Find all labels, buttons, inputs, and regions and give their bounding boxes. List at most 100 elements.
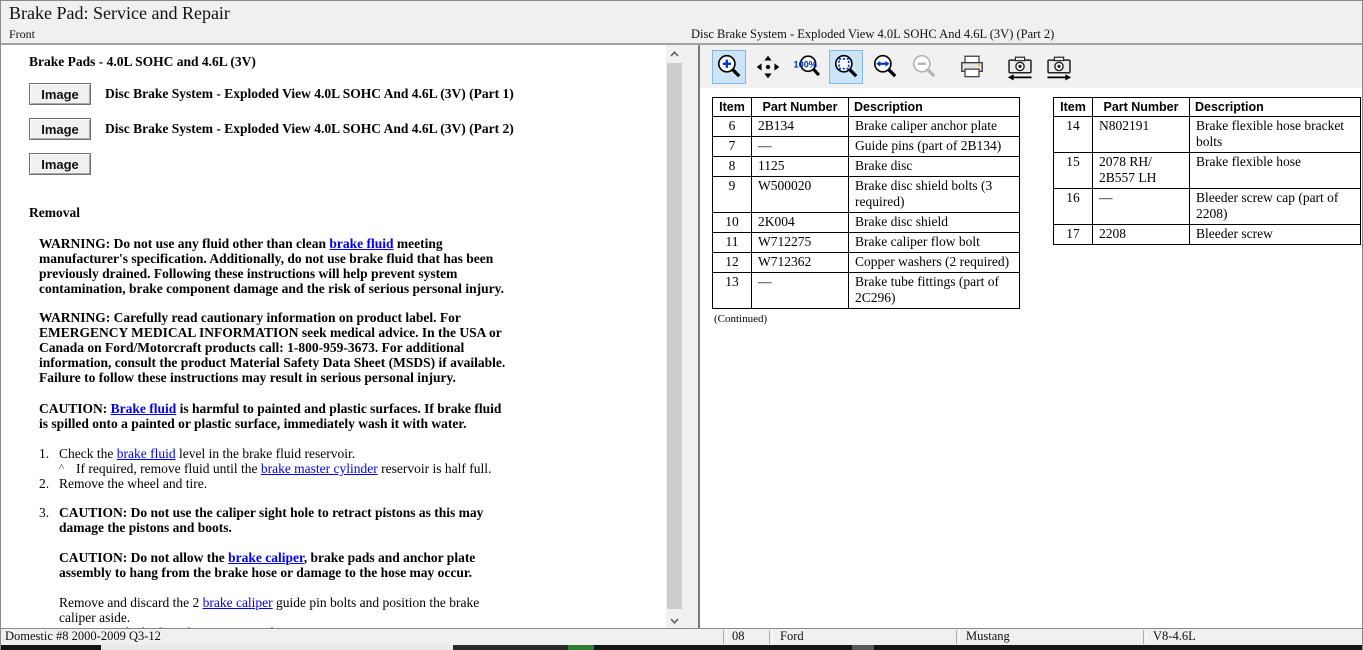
step-number: 1. (39, 446, 59, 461)
page-subtitle: Front (9, 27, 35, 42)
image-toolbar: 100% (700, 45, 1362, 88)
table-row: 12W712362Copper washers (2 required) (713, 253, 1020, 273)
status-engine: V8-4.6L (1153, 629, 1196, 644)
substep-marker: ^ (59, 461, 76, 476)
image-panel: 100% (700, 45, 1362, 629)
camera-previous-icon (1005, 52, 1035, 82)
image-button-1[interactable]: Image (29, 83, 91, 105)
svg-text:100%: 100% (794, 59, 817, 69)
step-1-substep: ^ If required, remove fluid until the br… (59, 461, 519, 476)
chevron-up-icon (670, 51, 679, 57)
status-bar: Domestic #8 2000-2009 Q3-12 08 Ford Must… (1, 628, 1362, 645)
table-row: 152078 RH/ 2B557 LHBrake flexible hose (1054, 153, 1361, 189)
col-header-description: Description (849, 98, 1020, 117)
document-content: Brake Pads - 4.0L SOHC and 4.6L (3V) Ima… (1, 45, 661, 629)
scroll-down-button[interactable] (666, 612, 683, 629)
brake-fluid-link[interactable]: Brake fluid (111, 401, 177, 416)
brake-caliper-link[interactable]: brake caliper (228, 550, 304, 565)
taskbar-segment-light (101, 645, 453, 650)
taskbar-sliver (1, 645, 1362, 650)
cell-part-number: — (752, 137, 849, 157)
brake-caliper-link[interactable]: brake caliper (203, 595, 273, 610)
cell-description: Brake caliper anchor plate (849, 117, 1020, 137)
cell-part-number: W500020 (752, 177, 849, 213)
zoom-100-button[interactable]: 100% (790, 50, 824, 84)
step3-caution2-text: CAUTION: Do not allow the brake caliper,… (59, 550, 511, 580)
parts-table-2-block: Item Part Number Description 14N802191Br… (1053, 97, 1361, 245)
vertical-scrollbar[interactable] (666, 45, 683, 629)
cell-description: Copper washers (2 required) (849, 253, 1020, 273)
taskbar-segment-dark (453, 645, 568, 650)
fit-to-width-button[interactable] (868, 50, 902, 84)
cell-description: Brake flexible hose bracket bolts (1190, 117, 1361, 153)
cell-part-number: N802191 (1093, 117, 1190, 153)
cell-item: 13 (713, 273, 752, 309)
warning1-text: WARNING: Do not use any fluid other than… (39, 236, 329, 251)
previous-image-button[interactable] (1003, 50, 1037, 84)
image-button-3[interactable]: Image (29, 153, 91, 175)
step1-text: level in the brake fluid reservoir. (176, 446, 356, 461)
cell-description: Bleeder screw cap (part of 2208) (1190, 189, 1361, 225)
cell-item: 9 (713, 177, 752, 213)
cell-description: Brake flexible hose (1190, 153, 1361, 189)
parts-table-2: Item Part Number Description 14N802191Br… (1053, 97, 1361, 245)
warning-paragraph-1: WARNING: Do not use any fluid other than… (39, 236, 511, 296)
cell-item: 8 (713, 157, 752, 177)
cell-item: 11 (713, 233, 752, 253)
cell-item: 15 (1054, 153, 1093, 189)
cell-part-number: 2078 RH/ 2B557 LH (1093, 153, 1190, 189)
section-heading-removal: Removal (29, 205, 661, 221)
step-text: Remove the wheel and tire. (59, 476, 511, 491)
panel-splitter[interactable] (683, 45, 700, 629)
step1-text: Check the (59, 446, 117, 461)
table-header-row: Item Part Number Description (713, 98, 1020, 117)
page-title: Brake Pad: Service and Repair (9, 3, 230, 24)
header: Brake Pad: Service and Repair Front Disc… (1, 1, 1362, 45)
zoom-out-button[interactable] (907, 50, 941, 84)
image-caption-1: Disc Brake System - Exploded View 4.0L S… (105, 86, 514, 102)
cell-part-number: W712275 (752, 233, 849, 253)
print-button[interactable] (955, 50, 989, 84)
table-header-row: Item Part Number Description (1054, 98, 1361, 117)
col-header-part-number: Part Number (1093, 98, 1190, 117)
cell-description: Brake disc shield (849, 213, 1020, 233)
table-continued-note: (Continued) (714, 313, 1020, 325)
zoom-in-icon (715, 53, 743, 81)
cell-description: Brake tube fittings (part of 2C296) (849, 273, 1020, 309)
brake-fluid-link[interactable]: brake fluid (117, 446, 176, 461)
cell-item: 16 (1054, 189, 1093, 225)
cell-item: 17 (1054, 225, 1093, 245)
cell-item: 14 (1054, 117, 1093, 153)
cell-description: Brake disc shield bolts (3 required) (849, 177, 1020, 213)
table-row: 81125Brake disc (713, 157, 1020, 177)
cell-description: Brake caliper flow bolt (849, 233, 1020, 253)
step-number: 3. (39, 505, 59, 535)
brake-master-cylinder-link[interactable]: brake master cylinder (261, 461, 378, 476)
scrollbar-thumb[interactable] (667, 63, 682, 609)
cell-part-number: 2B134 (752, 117, 849, 137)
cell-description: Bleeder screw (1190, 225, 1361, 245)
status-separator (769, 630, 773, 644)
next-image-button[interactable] (1042, 50, 1076, 84)
cell-part-number: W712362 (752, 253, 849, 273)
cell-part-number: 2208 (1093, 225, 1190, 245)
status-separator (1143, 630, 1147, 644)
document-heading: Brake Pads - 4.0L SOHC and 4.6L (3V) (29, 54, 661, 70)
step-text: Check the brake fluid level in the brake… (59, 446, 511, 461)
table-row: 14N802191Brake flexible hose bracket bol… (1054, 117, 1361, 153)
step-1: 1. Check the brake fluid level in the br… (39, 446, 519, 461)
substep-text: If required, remove fluid until the brak… (76, 461, 511, 476)
caution2-seg: CAUTION: Do not allow the (59, 550, 228, 565)
pan-button[interactable] (751, 50, 785, 84)
print-icon (958, 53, 986, 81)
fit-to-window-button[interactable] (829, 50, 863, 84)
brake-fluid-link[interactable]: brake fluid (329, 236, 393, 251)
scroll-up-button[interactable] (666, 45, 683, 62)
zoom-in-button[interactable] (712, 50, 746, 84)
step-3: 3. CAUTION: Do not use the caliper sight… (39, 505, 519, 535)
cell-description: Brake disc (849, 157, 1020, 177)
parts-table-1: Item Part Number Description 62B134Brake… (712, 97, 1020, 309)
image-button-2[interactable]: Image (29, 118, 91, 140)
step-number-spacer (39, 550, 59, 580)
step-2: 2. Remove the wheel and tire. (39, 476, 519, 491)
